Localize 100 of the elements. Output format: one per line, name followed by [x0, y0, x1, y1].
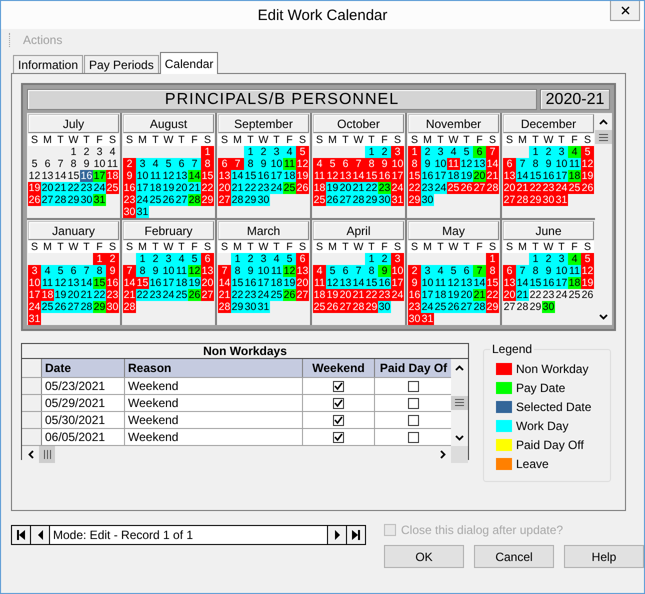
calendar-day[interactable]: 18 [434, 289, 447, 301]
calendar-day[interactable]: 22 [244, 182, 257, 194]
calendar-day[interactable]: 15 [93, 277, 106, 289]
calendar-day[interactable]: 7 [352, 265, 365, 277]
calendar-day[interactable]: 1 [365, 253, 378, 265]
calendar-day[interactable]: 9 [257, 158, 270, 170]
calendar-day[interactable]: 4 [313, 265, 326, 277]
calendar-day[interactable]: 18 [41, 289, 54, 301]
calendar-day[interactable]: 25 [270, 289, 283, 301]
calendar-day[interactable]: 1 [529, 253, 542, 265]
calendar-day[interactable]: 29 [529, 301, 542, 313]
calendar-day[interactable]: 20 [67, 289, 80, 301]
calendar-day[interactable]: 5 [447, 265, 460, 277]
calendar-day[interactable]: 1 [93, 253, 106, 265]
calendar-day[interactable]: 17 [136, 182, 149, 194]
calendar-day[interactable]: 25 [313, 194, 326, 206]
calendar-day[interactable]: 29 [244, 194, 257, 206]
calendar-day[interactable]: 21 [123, 289, 136, 301]
calendar-day[interactable]: 29 [365, 301, 378, 313]
calendar-day[interactable]: 16 [542, 170, 555, 182]
calendar-day[interactable]: 3 [391, 253, 404, 265]
calendar-day[interactable]: 3 [93, 146, 106, 158]
row-selector[interactable] [22, 412, 42, 428]
calendar-day[interactable]: 2 [408, 265, 421, 277]
calendar-day[interactable]: 3 [555, 253, 568, 265]
calendar-day[interactable]: 10 [162, 265, 175, 277]
calendar-day[interactable]: 7 [516, 158, 529, 170]
calendar-day[interactable]: 30 [378, 194, 391, 206]
calendar-day[interactable]: 28 [188, 194, 201, 206]
calendar-day[interactable]: 13 [503, 170, 516, 182]
calendar-day[interactable]: 30 [378, 301, 391, 313]
calendar-day[interactable]: 18 [568, 170, 581, 182]
calendar-day[interactable]: 6 [41, 158, 54, 170]
calendar-day[interactable]: 19 [162, 182, 175, 194]
calendar-day[interactable]: 11 [41, 277, 54, 289]
calendar-day[interactable]: 5 [28, 158, 41, 170]
calendar-day[interactable]: 19 [296, 170, 309, 182]
calendar-day[interactable]: 24 [93, 182, 106, 194]
calendar-day[interactable]: 7 [516, 265, 529, 277]
calendar-day[interactable]: 27 [503, 301, 516, 313]
calendar-day[interactable]: 3 [391, 146, 404, 158]
calendar-day[interactable]: 5 [326, 265, 339, 277]
calendar-day[interactable]: 7 [123, 265, 136, 277]
calendar-day[interactable]: 11 [568, 158, 581, 170]
calendar-day[interactable]: 26 [460, 182, 473, 194]
calendar-day[interactable]: 30 [408, 313, 421, 325]
calendar-day[interactable]: 4 [568, 146, 581, 158]
calendar-day[interactable]: 12 [54, 277, 67, 289]
calendar-day[interactable]: 9 [542, 265, 555, 277]
calendar-day[interactable]: 26 [581, 182, 594, 194]
calendar-day[interactable]: 7 [54, 158, 67, 170]
previous-record-button[interactable] [31, 526, 50, 544]
calendar-day[interactable]: 6 [460, 265, 473, 277]
calendar-day[interactable]: 5 [296, 146, 309, 158]
calendar-day[interactable]: 30 [542, 194, 555, 206]
tab[interactable]: Pay Periods [84, 55, 159, 73]
checkbox[interactable] [333, 398, 344, 408]
calendar-day[interactable]: 18 [313, 182, 326, 194]
calendar-day[interactable]: 15 [365, 170, 378, 182]
calendar-day[interactable]: 15 [231, 277, 244, 289]
calendar-day[interactable]: 18 [106, 170, 119, 182]
calendar-day[interactable]: 5 [54, 265, 67, 277]
calendar-day[interactable]: 14 [516, 170, 529, 182]
row-selector[interactable] [22, 378, 42, 394]
calendar-day[interactable]: 12 [581, 265, 594, 277]
calendar-day[interactable]: 22 [365, 289, 378, 301]
calendar-day[interactable]: 10 [421, 277, 434, 289]
calendar-day[interactable]: 29 [93, 301, 106, 313]
calendar-day[interactable]: 31 [28, 313, 41, 325]
calendar-day[interactable]: 1 [136, 253, 149, 265]
calendar-day[interactable]: 13 [339, 170, 352, 182]
calendar-day[interactable]: 10 [93, 158, 106, 170]
calendar-day[interactable]: 21 [218, 289, 231, 301]
first-record-button[interactable] [12, 526, 31, 544]
calendar-day[interactable]: 26 [581, 289, 594, 301]
calendar-day[interactable]: 21 [54, 182, 67, 194]
calendar-day[interactable]: 9 [80, 158, 93, 170]
calendar-day[interactable]: 31 [257, 301, 270, 313]
calendar-day[interactable]: 14 [231, 170, 244, 182]
calendar-day[interactable]: 21 [486, 170, 499, 182]
calendar-day[interactable]: 2 [257, 146, 270, 158]
calendar-day[interactable]: 4 [447, 146, 460, 158]
calendar-day[interactable]: 4 [149, 158, 162, 170]
calendar-day[interactable]: 15 [244, 170, 257, 182]
calendar-day[interactable]: 18 [270, 277, 283, 289]
calendar-day[interactable]: 13 [503, 277, 516, 289]
calendar-day[interactable]: 11 [283, 158, 296, 170]
column-header[interactable]: Paid Day Of [375, 359, 451, 377]
calendar-day[interactable]: 26 [326, 194, 339, 206]
calendar-day[interactable]: 7 [486, 146, 499, 158]
calendar-day[interactable]: 6 [296, 253, 309, 265]
calendar-day[interactable]: 20 [339, 289, 352, 301]
calendar-day[interactable]: 31 [93, 194, 106, 206]
calendar-day[interactable]: 16 [123, 182, 136, 194]
calendar-day[interactable]: 18 [175, 277, 188, 289]
calendar-day[interactable]: 13 [218, 170, 231, 182]
calendar-day[interactable]: 8 [67, 158, 80, 170]
calendar-day[interactable]: 25 [283, 182, 296, 194]
calendar-day[interactable]: 28 [123, 301, 136, 313]
calendar-day[interactable]: 19 [581, 277, 594, 289]
